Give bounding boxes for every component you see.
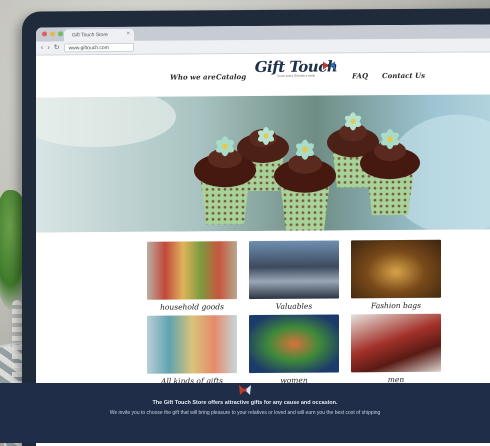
category-thumb [249, 240, 339, 300]
category-all-kinds-of-gifts[interactable]: All kinds of gifts [147, 315, 237, 386]
site-header: Who we are Catalog Gift Touch Touch ever… [36, 52, 490, 98]
ribbon-icon [239, 385, 251, 395]
category-thumb [249, 314, 339, 374]
close-window-dot[interactable] [42, 31, 47, 37]
minimize-window-dot[interactable] [50, 31, 55, 37]
tab-close-icon[interactable]: × [126, 31, 130, 37]
back-arrow-icon[interactable]: ‹ [41, 45, 43, 52]
nav-contact-us[interactable]: Contact Us [382, 71, 425, 80]
category-thumb [147, 241, 237, 300]
category-thumb [351, 313, 441, 373]
category-valuables[interactable]: Valuables [249, 240, 339, 311]
maximize-window-dot[interactable] [58, 31, 63, 37]
footer-line-1: The Gift Touch Store offers attractive g… [152, 400, 338, 406]
browser-tab[interactable]: Gift Touch Store × [64, 28, 134, 42]
category-grid: household goods Valuables Fashion bags A… [36, 229, 490, 403]
category-label: Fashion bags [371, 300, 421, 311]
category-thumb [351, 239, 441, 299]
footer-line-2: We invite you to choose the gift that wi… [109, 410, 381, 416]
category-fashion-bags[interactable]: Fashion bags [351, 239, 441, 311]
category-men[interactable]: men [351, 313, 441, 385]
category-label: Valuables [275, 301, 313, 311]
traffic-light-dots [42, 31, 63, 37]
site-footer: The Gift Touch Store offers attractive g… [0, 383, 490, 443]
browser-tab-title: Gift Touch Store [72, 32, 108, 39]
url-input[interactable]: www.giftouch.com [63, 42, 134, 53]
category-women[interactable]: women [249, 314, 339, 385]
nav-faq[interactable]: FAQ [352, 71, 368, 80]
hero-banner-cupcakes [36, 94, 490, 233]
site-logo[interactable]: Gift Touch Touch every Gift with a smile [250, 57, 342, 94]
category-household-goods[interactable]: household goods [147, 241, 237, 312]
nav-who-we-are[interactable]: Who we are [170, 72, 216, 81]
reload-icon[interactable]: ↻ [54, 44, 60, 51]
forward-arrow-icon[interactable]: › [47, 44, 49, 51]
category-thumb [147, 315, 237, 374]
category-label: household goods [160, 302, 224, 312]
bow-icon [323, 61, 335, 70]
monitor-frame: Gift Touch Store × ‹ › ↻ www.giftouch.co… [22, 8, 490, 446]
nav-catalog[interactable]: Catalog [216, 72, 246, 81]
